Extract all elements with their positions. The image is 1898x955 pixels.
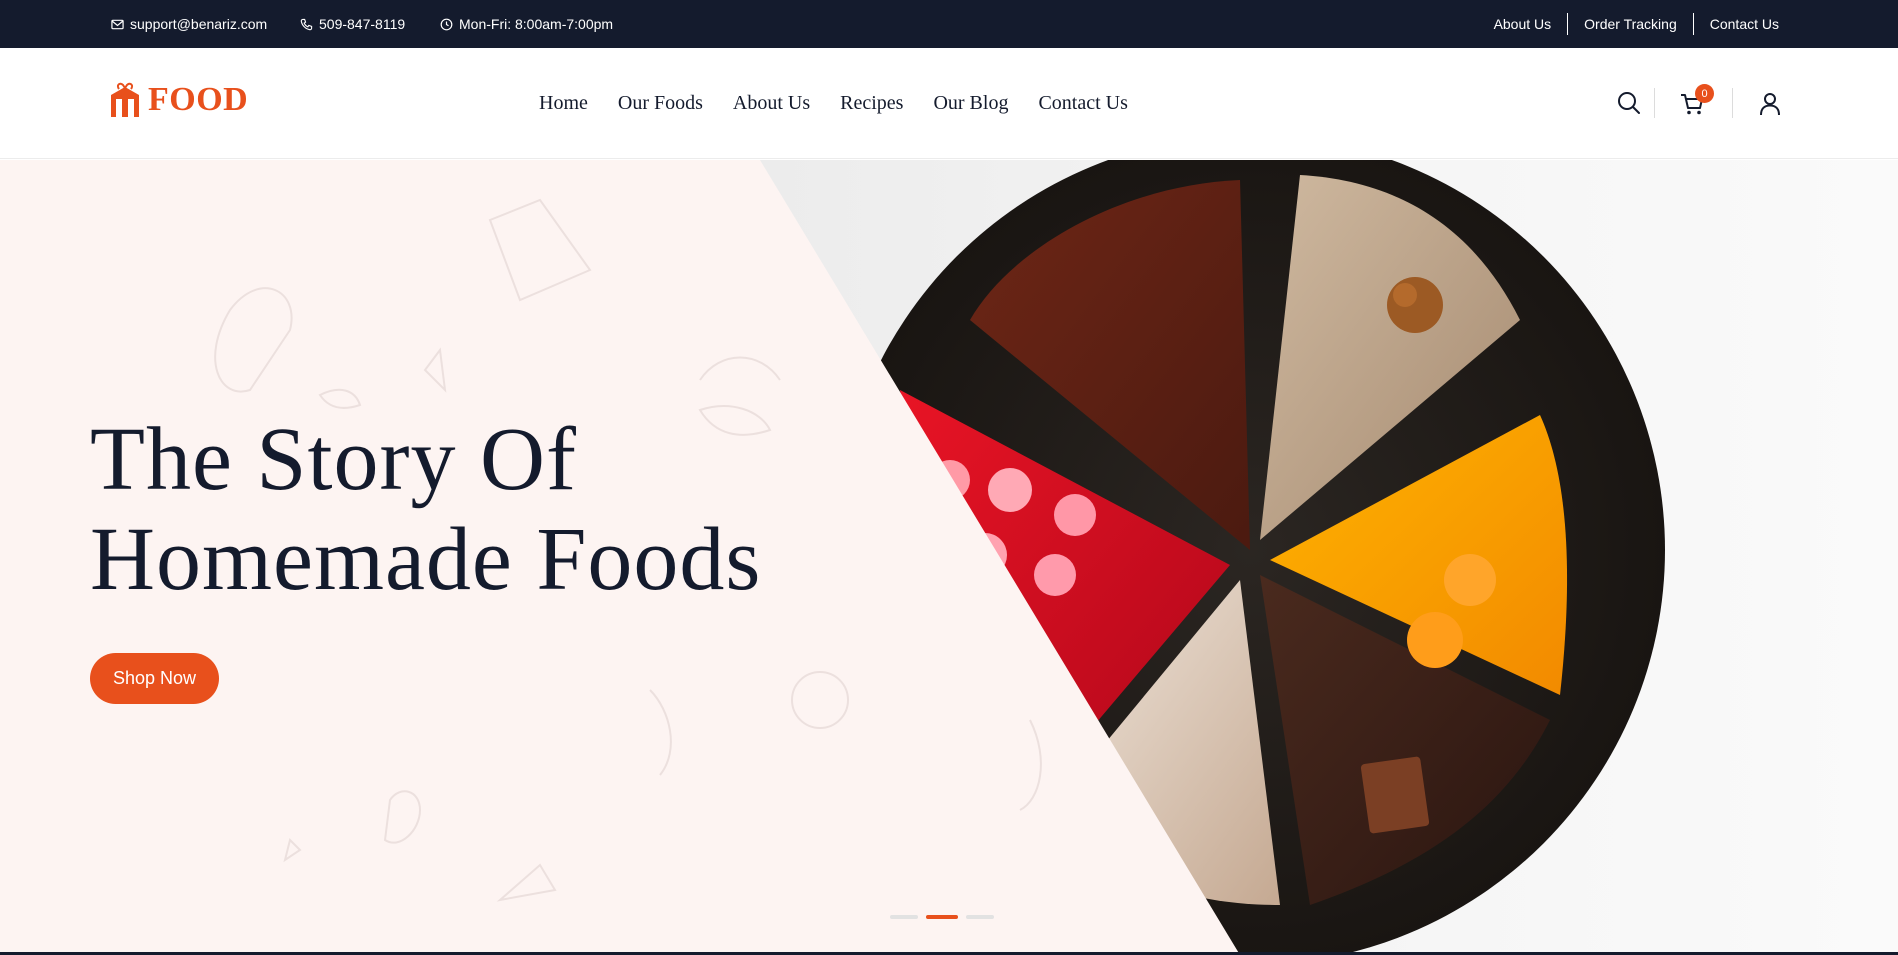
main-nav: Home Our Foods About Us Recipes Our Blog… [539,48,1128,159]
header-divider [1732,88,1733,118]
user-icon[interactable] [1757,91,1783,117]
hero-slider: The Story Of Homemade Foods Shop Now [0,160,1898,955]
header-divider [1654,88,1655,118]
hours-text: Mon-Fri: 8:00am-7:00pm [459,16,614,32]
site-logo[interactable]: FOOD [108,81,248,119]
shop-now-button[interactable]: Shop Now [90,653,219,704]
top-link-order-tracking[interactable]: Order Tracking [1567,13,1693,35]
slider-dot-active[interactable] [926,915,958,919]
hero-title: The Story Of Homemade Foods [90,410,761,610]
nav-contact-us[interactable]: Contact Us [1038,92,1127,115]
hours-info: Mon-Fri: 8:00am-7:00pm [440,0,613,48]
slider-dot[interactable] [890,915,918,919]
mail-icon [111,19,124,29]
nav-about-us[interactable]: About Us [733,92,810,115]
hero-title-line-1: The Story Of [90,410,577,509]
top-bar: support@benariz.com 509-847-8119 Mon-Fri… [0,0,1898,48]
nav-our-foods[interactable]: Our Foods [618,92,703,115]
email-text: support@benariz.com [130,16,268,32]
clock-icon [440,18,453,30]
top-link-contact-us[interactable]: Contact Us [1692,13,1795,35]
nav-our-blog[interactable]: Our Blog [933,92,1008,115]
main-header: FOOD Home Our Foods About Us Recipes Our… [0,48,1898,159]
phone-text: 509-847-8119 [319,16,406,32]
gift-box-logo-icon [111,82,139,117]
nav-home[interactable]: Home [539,92,588,115]
slider-dot[interactable] [966,915,994,919]
logo-text: FOOD [148,81,249,118]
phone-icon [300,18,313,30]
top-link-about-us[interactable]: About Us [1478,13,1568,35]
nav-recipes[interactable]: Recipes [840,92,903,115]
email-info[interactable]: support@benariz.com [111,0,267,48]
top-links: About Us Order Tracking Contact Us [1478,0,1795,48]
cart-count-badge: 0 [1695,84,1714,103]
search-icon[interactable] [1616,90,1642,116]
hero-title-line-2: Homemade Foods [90,510,762,609]
phone-info[interactable]: 509-847-8119 [300,0,405,48]
slider-pagination [890,915,994,919]
